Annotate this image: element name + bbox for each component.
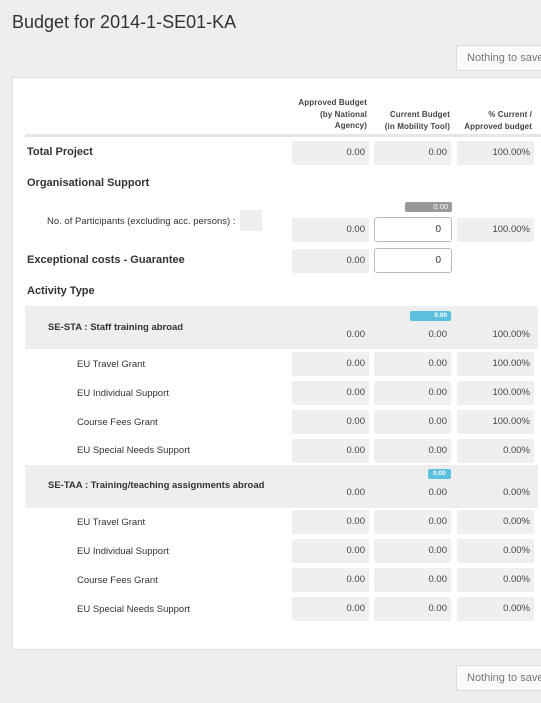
activity-taa-current: 0.00 [428, 487, 448, 498]
list-item-label: EU Special Needs Support [77, 604, 191, 615]
table-cell-percent: 0.00% [457, 539, 534, 563]
activity-sta-current: 0.00 [428, 329, 448, 340]
exceptional-approved-value: 0.00 [292, 249, 369, 273]
table-cell-approved: 0.00 [292, 439, 369, 463]
activity-taa-approved: 0.00 [346, 487, 366, 498]
list-item-label: EU Travel Grant [77, 359, 146, 370]
activity-taa-label: SE-TAA : Training/teaching assignments a… [48, 480, 265, 491]
header-approved-line2: (by National [320, 109, 367, 119]
table-cell-approved: 0.00 [292, 510, 369, 534]
org-support-approved-value: 0.00 [292, 218, 369, 242]
table-cell-current: 0.00 [374, 381, 451, 405]
header-percent-line1: % Current / [488, 110, 532, 119]
total-percent-value: 100.00% [457, 141, 534, 165]
table-cell-current: 0.00 [374, 539, 451, 563]
participants-count-field[interactable] [240, 210, 262, 231]
table-cell-percent: 100.00% [457, 352, 534, 376]
total-current-value: 0.00 [374, 141, 451, 165]
table-cell-current: 0.00 [374, 410, 451, 434]
table-cell-approved: 0.00 [292, 410, 369, 434]
header-divider [25, 134, 541, 137]
save-button-bottom[interactable]: Nothing to save [456, 665, 541, 691]
org-support-current-input[interactable] [374, 217, 452, 242]
organisational-support-label: Organisational Support [27, 177, 150, 189]
activity-sta-percent: 100.00% [492, 329, 530, 340]
table-cell-approved: 0.00 [292, 597, 369, 621]
header-approved-budget: Approved Budget (by National Agency) [283, 97, 367, 132]
table-cell-approved: 0.00 [292, 539, 369, 563]
table-cell-approved: 0.00 [292, 568, 369, 592]
org-support-badge: 0.00 [405, 202, 452, 212]
page-title: Budget for 2014-1-SE01-KA [12, 12, 237, 32]
list-item-label: Course Fees Grant [77, 575, 158, 586]
header-approved-line1: Approved Budget [298, 98, 367, 107]
activity-type-label: Activity Type [27, 285, 95, 297]
exceptional-current-input[interactable] [374, 248, 452, 273]
table-cell-current: 0.00 [374, 597, 451, 621]
header-percent: % Current / Approved budget [453, 109, 532, 132]
header-current-line2: (in Mobility Tool) [384, 121, 450, 131]
table-cell-approved: 0.00 [292, 381, 369, 405]
participants-label: No. of Participants (excluding acc. pers… [47, 216, 236, 227]
table-cell-percent: 0.00% [457, 439, 534, 463]
list-item-label: EU Travel Grant [77, 517, 146, 528]
header-current-line1: Current Budget [389, 110, 450, 119]
list-item-label: Course Fees Grant [77, 417, 158, 428]
table-cell-current: 0.00 [374, 568, 451, 592]
activity-taa-percent: 0.00% [503, 487, 530, 498]
table-cell-percent: 0.00% [457, 510, 534, 534]
activity-sta-label: SE-STA : Staff training abroad [48, 322, 184, 333]
table-cell-percent: 0.00% [457, 597, 534, 621]
save-button-top[interactable]: Nothing to save [456, 45, 541, 71]
activity-sta-badge: 0.00 [410, 311, 451, 321]
activity-taa-badge: 0.00 [428, 469, 451, 479]
list-item-label: EU Individual Support [77, 388, 169, 399]
total-approved-value: 0.00 [292, 141, 369, 165]
header-approved-line3: Agency) [334, 121, 367, 130]
header-percent-line2: Approved budget [464, 121, 532, 131]
total-project-label: Total Project [27, 146, 93, 158]
list-item-label: EU Special Needs Support [77, 445, 191, 456]
table-cell-current: 0.00 [374, 439, 451, 463]
table-cell-approved: 0.00 [292, 352, 369, 376]
table-cell-percent: 100.00% [457, 410, 534, 434]
exceptional-costs-label: Exceptional costs - Guarantee [27, 254, 185, 266]
list-item-label: EU Individual Support [77, 546, 169, 557]
header-current-budget: Current Budget (in Mobility Tool) [368, 109, 450, 132]
table-cell-percent: 100.00% [457, 381, 534, 405]
table-cell-current: 0.00 [374, 352, 451, 376]
budget-panel: Approved Budget (by National Agency) Cur… [12, 77, 541, 650]
table-cell-percent: 0.00% [457, 568, 534, 592]
org-support-percent-value: 100.00% [457, 218, 534, 242]
table-cell-current: 0.00 [374, 510, 451, 534]
activity-sta-approved: 0.00 [346, 329, 366, 340]
